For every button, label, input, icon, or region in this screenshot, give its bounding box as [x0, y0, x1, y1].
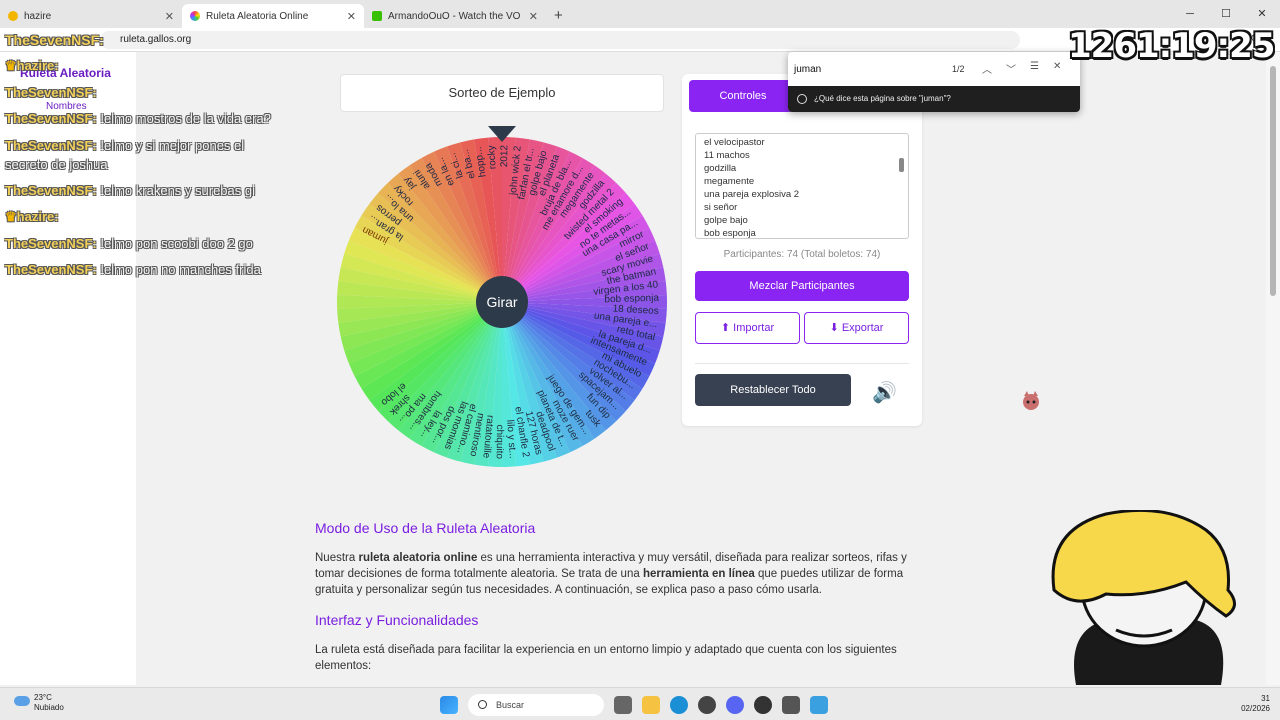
reset-button[interactable]: Restablecer Todo	[695, 374, 851, 406]
participant-item: el velocipastor	[704, 137, 765, 148]
crown-icon	[8, 11, 18, 21]
heading-interface: Interfaz y Funcionalidades	[315, 612, 479, 628]
file-explorer-icon[interactable]	[642, 696, 660, 714]
paragraph-interface: La ruleta está diseñada para facilitar l…	[315, 644, 897, 672]
textarea-scrollbar[interactable]	[897, 134, 906, 238]
close-tab-icon[interactable]: ✕	[529, 10, 538, 23]
url-field[interactable]: ruleta.gallos.org	[100, 30, 1020, 49]
chat-line: ♛hazire:	[5, 58, 59, 73]
chevron-up-icon[interactable]: ︿	[982, 61, 992, 76]
kick-icon	[372, 11, 382, 21]
taskbar-apps: Buscar	[440, 694, 828, 716]
participant-item: 11 machos	[704, 150, 750, 161]
chat-line: TheSevenNSF: !elmo pon scoobi doo 2 go	[5, 236, 253, 251]
close-window-icon[interactable]: ✕	[1244, 0, 1280, 28]
chat-line-cont: secreto de joshua	[5, 157, 108, 172]
settings-icon[interactable]	[782, 696, 800, 714]
participants-list: el velocipastor 11 machos godzilla megament…	[704, 136, 900, 239]
window-controls: ─ ☐ ✕	[1172, 0, 1280, 28]
stream-username: TheSevenNSF:	[5, 32, 104, 48]
task-view-icon[interactable]	[614, 696, 632, 714]
participant-item: si señor	[704, 202, 738, 213]
participant-item: una pareja explosiva 2	[704, 189, 800, 200]
filter-icon[interactable]: ☰	[1030, 61, 1039, 76]
copilot-icon	[797, 94, 807, 104]
raffle-title[interactable]: Sorteo de Ejemplo	[340, 74, 664, 112]
tab-armando[interactable]: ArmandoOuO - Watch the VO ✕	[364, 4, 546, 28]
import-label: Importar	[733, 322, 775, 334]
tab-controls[interactable]: Controles	[689, 80, 797, 112]
chat-line: TheSevenNSF: !elmo pon no manches frida	[5, 262, 261, 277]
taskbar: 23°C Nubiado Buscar 31 02/2026	[0, 687, 1280, 720]
chat-line: ♛hazire:	[5, 209, 59, 224]
weather-widget[interactable]: 23°C Nubiado	[14, 693, 64, 713]
close-tab-icon[interactable]: ✕	[347, 10, 356, 23]
chat-line: TheSevenNSF: !elmo krakens y surebas gi	[5, 183, 255, 198]
find-count: 1/2	[952, 64, 965, 74]
stream-timer: 1261:19:25	[1068, 26, 1275, 66]
page-scrollbar[interactable]	[1266, 52, 1280, 685]
find-ask-copilot[interactable]: ¿Qué dice esta página sobre "juman"?	[788, 86, 1080, 112]
cloud-icon	[14, 696, 30, 706]
tab-hazire[interactable]: hazire ✕	[0, 4, 182, 28]
minimize-icon[interactable]: ─	[1172, 0, 1208, 28]
wheel-label: rocky	[486, 145, 499, 170]
article: Modo de Uso de la Ruleta Aleatoria Nuest…	[315, 520, 925, 688]
participant-item: godzilla	[704, 163, 737, 174]
crown-icon: ♛	[5, 58, 17, 73]
ccleaner-icon[interactable]	[698, 696, 716, 714]
participant-item: golpe bajo	[704, 215, 748, 226]
taskbar-search[interactable]: Buscar	[468, 694, 604, 716]
new-tab-button[interactable]: +	[554, 7, 563, 24]
paragraph-usage: Nuestra ruleta aleatoria online es una h…	[315, 552, 907, 596]
chat-line: TheSevenNSF: !elmo mostros de la vida er…	[5, 111, 271, 126]
spin-label[interactable]: Girar	[486, 294, 517, 310]
discord-icon[interactable]	[726, 696, 744, 714]
wheel-label: chiquito	[494, 424, 505, 459]
tab-strip: hazire ✕ Ruleta Aleatoria Online ✕ Armando…	[0, 0, 1280, 28]
wheel-svg[interactable]: jumanla gran...perrosuna lo...rockyjayal…	[336, 126, 669, 476]
wheel-label: 2012	[499, 145, 510, 168]
scroll-thumb[interactable]	[1270, 66, 1276, 296]
avatar-character	[1051, 510, 1236, 685]
volume-icon[interactable]: 🔊	[872, 380, 897, 405]
roulette-wheel[interactable]: juman la gran... perros una lo... rocky jay al…	[336, 126, 669, 476]
system-clock[interactable]: 31 02/2026	[1241, 694, 1270, 714]
import-icon: ⬆	[720, 322, 734, 334]
crown-icon: ♛	[5, 209, 17, 224]
close-icon[interactable]: ✕	[1053, 61, 1061, 76]
participant-item: bob esponja	[704, 228, 756, 239]
chat-line: TheSevenNSF: !elmo y si mejor pones el	[5, 138, 245, 153]
shuffle-button[interactable]: Mezclar Participantes	[695, 271, 909, 301]
controls-panel: Controles el velocipastor 11 machos godzil…	[682, 74, 922, 426]
textarea-scroll-thumb[interactable]	[899, 158, 904, 172]
chat-line: TheSevenNSF:	[5, 85, 97, 100]
heading-usage: Modo de Uso de la Ruleta Aleatoria	[315, 520, 536, 536]
close-tab-icon[interactable]: ✕	[165, 10, 174, 23]
edge-icon[interactable]	[670, 696, 688, 714]
notepad-icon[interactable]	[810, 696, 828, 714]
participant-item: megamente	[704, 176, 755, 187]
tab-ruleta[interactable]: Ruleta Aleatoria Online ✕	[182, 4, 364, 28]
cat-sticker-icon	[1023, 391, 1039, 410]
find-bar: juman 1/2 ︿ ﹀ ☰ ✕ ¿Qué dice esta página sob…	[788, 52, 1080, 112]
export-label: Exportar	[841, 322, 884, 334]
participants-textarea[interactable]: el velocipastor 11 machos godzilla megament…	[695, 133, 909, 239]
import-button[interactable]: ⬆ Importar	[695, 312, 800, 344]
find-controls: ︿ ﹀ ☰ ✕	[982, 61, 1061, 76]
github-icon[interactable]	[754, 696, 772, 714]
windows-start-icon[interactable]	[440, 696, 458, 714]
participant-count: Participantes: 74 (Total boletos: 74)	[723, 249, 881, 260]
export-icon: ⬇	[829, 322, 842, 334]
divider	[695, 363, 909, 364]
maximize-icon[interactable]: ☐	[1208, 0, 1244, 28]
chevron-down-icon[interactable]: ﹀	[1006, 61, 1016, 76]
wheel-icon	[190, 11, 200, 21]
export-button[interactable]: ⬇ Exportar	[804, 312, 909, 344]
